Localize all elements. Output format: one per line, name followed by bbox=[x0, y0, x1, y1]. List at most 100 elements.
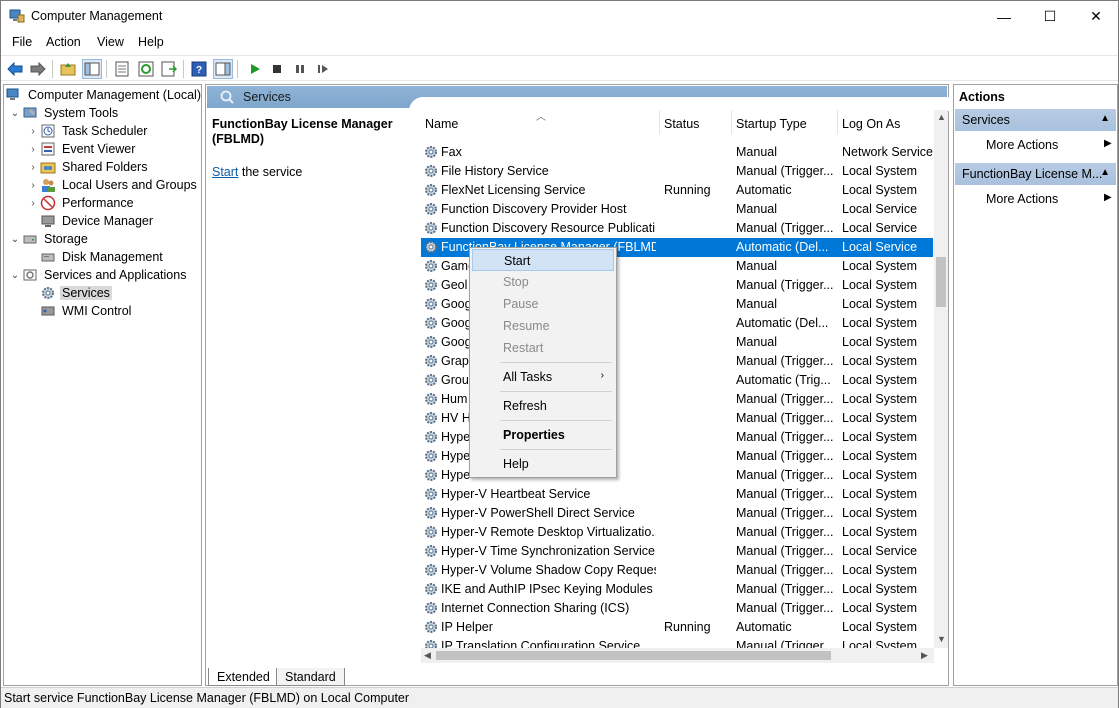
gear-icon bbox=[423, 220, 439, 236]
expand-chevron-icon[interactable]: › bbox=[26, 126, 40, 137]
service-log-on-as: Local System bbox=[842, 316, 918, 330]
column-header-status[interactable]: Status bbox=[660, 110, 732, 134]
resume-service-icon[interactable] bbox=[313, 59, 333, 79]
tree-item-device-manager[interactable]: Device Manager bbox=[40, 212, 155, 230]
service-log-on-as: Local System bbox=[842, 164, 918, 178]
context-properties[interactable]: Properties bbox=[472, 424, 614, 446]
scroll-up-icon[interactable]: ▲ bbox=[937, 112, 946, 122]
expand-chevron-icon[interactable]: › bbox=[26, 144, 40, 155]
service-row[interactable]: Hyper-V PowerShell Direct Service Manual … bbox=[421, 504, 933, 523]
gear-icon bbox=[423, 543, 439, 559]
context-start[interactable]: Start bbox=[472, 249, 614, 271]
stop-service-icon[interactable] bbox=[267, 59, 287, 79]
context-stop[interactable]: Stop bbox=[472, 271, 614, 293]
tree-item-services[interactable]: Services bbox=[40, 284, 112, 302]
vertical-scrollbar[interactable]: ▲ ▼ bbox=[934, 110, 948, 648]
context-resume[interactable]: Resume bbox=[472, 315, 614, 337]
column-header-startup-type[interactable]: Startup Type bbox=[732, 110, 838, 134]
tree-item-event-viewer[interactable]: › Event Viewer bbox=[26, 140, 137, 158]
service-startup-type: Manual (Trigger... bbox=[736, 411, 834, 425]
pause-service-icon[interactable] bbox=[290, 59, 310, 79]
show-hide-tree-icon[interactable] bbox=[82, 59, 102, 79]
export-list-icon[interactable] bbox=[159, 59, 179, 79]
context-refresh[interactable]: Refresh bbox=[472, 395, 614, 417]
tree-item-wmi-control[interactable]: WMI Control bbox=[40, 302, 133, 320]
column-header-name[interactable]: Name ︿ bbox=[421, 110, 660, 134]
tree-item-local-users-groups[interactable]: › Local Users and Groups bbox=[26, 176, 199, 194]
tree-item-system-tools[interactable]: ⌄ System Tools bbox=[8, 104, 120, 122]
more-actions-functionbay[interactable]: More Actions ▶ bbox=[986, 192, 1112, 206]
gear-icon bbox=[423, 391, 439, 407]
column-header-log-on-as[interactable]: Log On As bbox=[838, 110, 938, 134]
gear-icon bbox=[423, 182, 439, 198]
service-row[interactable]: Hyper-V Remote Desktop Virtualizatio... M… bbox=[421, 523, 933, 542]
context-all-tasks[interactable]: All Tasks › bbox=[472, 366, 614, 388]
menu-action[interactable]: Action bbox=[46, 35, 81, 49]
menu-help[interactable]: Help bbox=[138, 35, 164, 49]
service-row[interactable]: Function Discovery Resource Publicati...… bbox=[421, 219, 933, 238]
forward-icon[interactable] bbox=[28, 59, 48, 79]
expand-chevron-icon[interactable]: › bbox=[26, 180, 40, 191]
tree-item-performance[interactable]: › Performance bbox=[26, 194, 136, 212]
actions-section-functionbay[interactable]: FunctionBay License M... ▲ bbox=[955, 163, 1116, 185]
show-action-pane-icon[interactable] bbox=[213, 59, 233, 79]
start-service-icon[interactable] bbox=[245, 59, 265, 79]
scroll-right-icon[interactable]: ▶ bbox=[921, 650, 928, 661]
collapse-chevron-icon[interactable]: ⌄ bbox=[8, 108, 22, 119]
service-startup-type: Manual bbox=[736, 259, 777, 273]
tree-item-task-scheduler[interactable]: › Task Scheduler bbox=[26, 122, 149, 140]
tab-extended[interactable]: Extended bbox=[208, 668, 279, 686]
service-row[interactable]: Internet Connection Sharing (ICS) Manual … bbox=[421, 599, 933, 618]
horizontal-scrollbar[interactable]: ◀ ▶ bbox=[421, 648, 934, 663]
expand-chevron-icon[interactable]: › bbox=[26, 162, 40, 173]
collapse-chevron-icon[interactable]: ⌄ bbox=[8, 270, 22, 281]
context-pause[interactable]: Pause bbox=[472, 293, 614, 315]
menu-file[interactable]: File bbox=[12, 35, 32, 49]
service-row[interactable]: Hyper-V Heartbeat Service Manual (Trigger… bbox=[421, 485, 933, 504]
service-row[interactable]: Hyper-V Volume Shadow Copy Reques... Manu… bbox=[421, 561, 933, 580]
up-folder-icon[interactable] bbox=[58, 59, 78, 79]
start-link-suffix: the service bbox=[238, 165, 303, 179]
service-row[interactable]: IP Helper Running Automatic Local System bbox=[421, 618, 933, 637]
back-icon[interactable] bbox=[5, 59, 25, 79]
expand-chevron-icon[interactable]: › bbox=[26, 198, 40, 209]
service-log-on-as: Local Service bbox=[842, 221, 918, 235]
tree-item-disk-management[interactable]: Disk Management bbox=[40, 248, 165, 266]
refresh-icon[interactable] bbox=[136, 59, 156, 79]
tree-item-shared-folders[interactable]: › Shared Folders bbox=[26, 158, 149, 176]
service-row[interactable]: FlexNet Licensing Service Running Automati… bbox=[421, 181, 933, 200]
shared-folders-icon bbox=[40, 162, 56, 174]
tree-item-computer-management[interactable]: Computer Management (Local) bbox=[6, 86, 203, 104]
collapse-up-icon[interactable]: ▲ bbox=[1100, 113, 1110, 124]
scroll-down-icon[interactable]: ▼ bbox=[937, 634, 946, 644]
maximize-button[interactable]: ☐ bbox=[1027, 1, 1073, 32]
tab-standard[interactable]: Standard bbox=[276, 668, 345, 686]
gear-icon bbox=[423, 144, 439, 160]
start-service-link[interactable]: Start bbox=[212, 165, 238, 179]
vertical-scroll-thumb[interactable] bbox=[936, 257, 946, 307]
tree-item-services-applications[interactable]: ⌄ Services and Applications bbox=[8, 266, 188, 284]
service-log-on-as: Local System bbox=[842, 430, 918, 444]
menu-view[interactable]: View bbox=[97, 35, 124, 49]
service-row[interactable]: IKE and AuthIP IPsec Keying Modules Manua… bbox=[421, 580, 933, 599]
collapse-up-icon[interactable]: ▲ bbox=[1100, 167, 1110, 178]
service-name: Hyper-V Heartbeat Service bbox=[441, 487, 591, 501]
service-row[interactable]: Function Discovery Provider Host Manual Lo… bbox=[421, 200, 933, 219]
service-row[interactable]: Hyper-V Time Synchronization Service Manu… bbox=[421, 542, 933, 561]
more-actions-services[interactable]: More Actions ▶ bbox=[986, 138, 1112, 152]
context-help[interactable]: Help bbox=[472, 453, 614, 475]
actions-section-services[interactable]: Services ▲ bbox=[955, 109, 1116, 131]
help-icon[interactable]: ? bbox=[189, 59, 209, 79]
collapse-chevron-icon[interactable]: ⌄ bbox=[8, 234, 22, 245]
close-button[interactable]: ✕ bbox=[1073, 1, 1119, 32]
scroll-left-icon[interactable]: ◀ bbox=[424, 650, 431, 661]
tree-item-storage[interactable]: ⌄ Storage bbox=[8, 230, 90, 248]
properties-icon[interactable] bbox=[112, 59, 132, 79]
context-restart[interactable]: Restart bbox=[472, 337, 614, 359]
minimize-button[interactable]: — bbox=[981, 1, 1027, 32]
service-row[interactable]: Fax Manual Network Service bbox=[421, 143, 933, 162]
storage-icon bbox=[23, 235, 37, 244]
service-row[interactable]: File History Service Manual (Trigger... Lo… bbox=[421, 162, 933, 181]
horizontal-scroll-thumb[interactable] bbox=[436, 651, 831, 660]
service-startup-type: Manual (Trigger... bbox=[736, 582, 834, 596]
